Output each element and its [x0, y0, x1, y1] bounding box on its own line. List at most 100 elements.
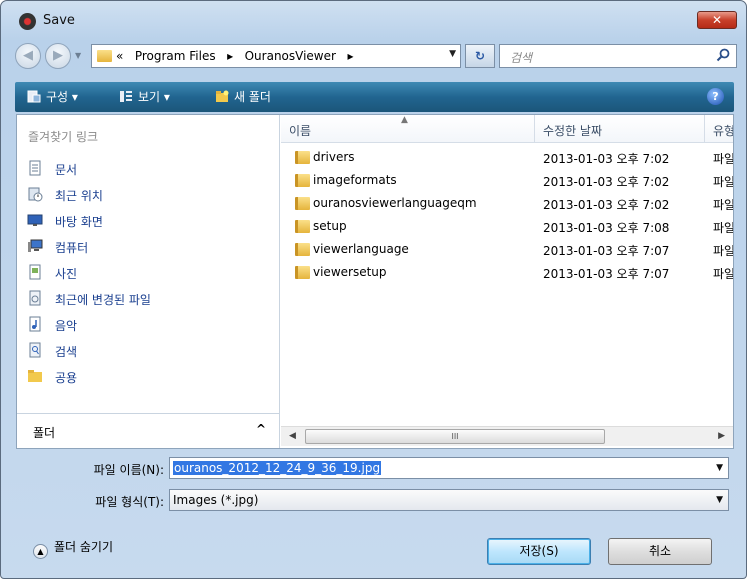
- breadcrumb-ouranosviewer[interactable]: OuranosViewer: [245, 49, 336, 63]
- filetype-row: 파일 형식(T): Images (*.jpg) ▼: [1, 489, 746, 513]
- new-folder-icon: [216, 90, 229, 102]
- file-type: 파일: [713, 267, 733, 281]
- sidebar-item-label: 컴퓨터: [55, 241, 89, 255]
- new-folder-button[interactable]: 새 폴더: [215, 88, 271, 105]
- sort-ascending-icon: ▲: [401, 115, 408, 125]
- breadcrumb-program-files[interactable]: Program Files: [135, 49, 216, 63]
- file-type: 파일: [713, 175, 733, 189]
- folder-icon: [295, 266, 310, 279]
- file-type: 파일: [713, 244, 733, 258]
- sidebar-item-label: 문서: [55, 163, 78, 177]
- list-item[interactable]: viewersetup 2013-01-03 오후 7:07 파일: [281, 262, 733, 284]
- pictures-icon: [29, 264, 41, 280]
- list-item[interactable]: setup 2013-01-03 오후 7:08 파일: [281, 216, 733, 238]
- column-header-date-modified[interactable]: 수정한 날짜: [535, 115, 705, 143]
- filetype-select[interactable]: Images (*.jpg) ▼: [169, 489, 729, 511]
- file-date: 2013-01-03 오후 7:02: [543, 198, 670, 212]
- refresh-button[interactable]: ↻: [465, 44, 495, 68]
- file-name: ouranosviewerlanguageqm: [313, 196, 477, 210]
- list-item[interactable]: ouranosviewerlanguageqm 2013-01-03 오후 7:…: [281, 193, 733, 215]
- list-item[interactable]: imageformats 2013-01-03 오후 7:02 파일: [281, 170, 733, 192]
- sidebar-item-music[interactable]: 음악: [24, 314, 274, 336]
- sidebar-item-pictures[interactable]: 사진: [24, 262, 274, 284]
- public-icon: [28, 370, 42, 382]
- file-date: 2013-01-03 오후 7:07: [543, 267, 670, 281]
- scrollbar-thumb[interactable]: III: [305, 429, 605, 444]
- column-header-type[interactable]: 유형: [705, 115, 733, 143]
- save-dialog: Save ✕ ◀ ▶ ▼ « Program Files ▸ OuranosVi…: [0, 0, 747, 579]
- save-button[interactable]: 저장(S): [487, 538, 591, 565]
- filename-label: 파일 이름(N):: [93, 463, 164, 477]
- file-date: 2013-01-03 오후 7:07: [543, 244, 670, 258]
- close-button[interactable]: ✕: [697, 11, 737, 29]
- views-menu[interactable]: 보기 ▾: [119, 88, 170, 105]
- computer-icon: [28, 239, 43, 252]
- recent-places-icon: [28, 187, 43, 202]
- folder-icon: [97, 50, 112, 62]
- filename-field[interactable]: ouranos_2012_12_24_9_36_19.jpg ▼: [169, 457, 729, 479]
- filename-value[interactable]: ouranos_2012_12_24_9_36_19.jpg: [173, 461, 382, 475]
- back-button[interactable]: ◀: [15, 43, 41, 69]
- music-icon: [29, 316, 41, 332]
- filetype-label: 파일 형식(T):: [95, 495, 164, 509]
- hide-folders-label: 폴더 숨기기: [54, 540, 114, 554]
- scroll-right-icon[interactable]: ▶: [718, 431, 725, 441]
- sidebar-item-label: 사진: [55, 267, 78, 281]
- list-item[interactable]: viewerlanguage 2013-01-03 오후 7:07 파일: [281, 239, 733, 261]
- sidebar-item-searches[interactable]: 검색: [24, 340, 274, 362]
- horizontal-scrollbar[interactable]: ◀ III ▶: [281, 426, 733, 446]
- folder-icon: [295, 174, 310, 187]
- chevron-up-icon[interactable]: ^: [256, 422, 266, 436]
- sidebar-item-label: 최근에 변경된 파일: [55, 293, 151, 307]
- forward-button[interactable]: ▶: [45, 43, 71, 69]
- scroll-left-icon[interactable]: ◀: [289, 431, 296, 441]
- column-header-name[interactable]: ▲ 이름: [281, 115, 535, 143]
- sidebar-item-label: 최근 위치: [55, 189, 103, 203]
- list-item[interactable]: drivers 2013-01-03 오후 7:02 파일: [281, 147, 733, 169]
- file-list: ▲ 이름 수정한 날짜 유형 drivers 2013-01-03 오후 7:0…: [281, 115, 733, 448]
- sidebar-item-computer[interactable]: 컴퓨터: [24, 236, 274, 258]
- favorite-links-pane: 즐겨찾기 링크 문서 최근 위치 바탕 화면 컴퓨터 사진 최근에 변경된 파일…: [17, 115, 280, 448]
- sidebar-item-label: 공용: [55, 371, 78, 385]
- address-dropdown-icon[interactable]: ▼: [449, 49, 456, 59]
- file-name: viewersetup: [313, 265, 387, 279]
- file-type: 파일: [713, 198, 733, 212]
- sidebar-item-recently-changed[interactable]: 최근에 변경된 파일: [24, 288, 274, 310]
- chevron-down-icon[interactable]: ▼: [716, 495, 723, 505]
- file-date: 2013-01-03 오후 7:08: [543, 221, 670, 235]
- views-icon: [120, 91, 132, 102]
- chevron-down-icon[interactable]: ▼: [716, 463, 723, 473]
- search-input[interactable]: 검색: [499, 44, 737, 68]
- browser-pane: 즐겨찾기 링크 문서 최근 위치 바탕 화면 컴퓨터 사진 최근에 변경된 파일…: [16, 114, 734, 449]
- sidebar-item-recent-places[interactable]: 최근 위치: [24, 184, 274, 206]
- organize-icon: [27, 90, 41, 103]
- search-icon[interactable]: [716, 48, 730, 62]
- app-icon: [19, 13, 36, 30]
- searches-icon: [29, 342, 41, 358]
- sidebar-item-documents[interactable]: 문서: [24, 158, 274, 180]
- window-title: Save: [43, 13, 75, 28]
- hide-folders-button[interactable]: ▲ 폴더 숨기기: [33, 538, 113, 559]
- folders-label: 폴더: [33, 426, 56, 440]
- sidebar-item-desktop[interactable]: 바탕 화면: [24, 210, 274, 232]
- folders-toggle[interactable]: 폴더 ^: [17, 413, 280, 448]
- chevron-up-icon: ▲: [33, 544, 48, 559]
- breadcrumb-separator[interactable]: ▸: [347, 49, 353, 63]
- sidebar-item-label: 검색: [55, 345, 78, 359]
- address-bar[interactable]: « Program Files ▸ OuranosViewer ▸ ▼: [91, 44, 461, 68]
- navigation-bar: ◀ ▶ ▼ « Program Files ▸ OuranosViewer ▸ …: [9, 41, 738, 73]
- file-name: imageformats: [313, 173, 397, 187]
- breadcrumb-separator[interactable]: ▸: [227, 49, 233, 63]
- organize-menu[interactable]: 구성 ▾: [27, 88, 78, 105]
- file-date: 2013-01-03 오후 7:02: [543, 175, 670, 189]
- file-name: setup: [313, 219, 347, 233]
- sidebar-item-public[interactable]: 공용: [24, 366, 274, 388]
- sidebar-item-label: 바탕 화면: [55, 215, 103, 229]
- sidebar-item-label: 음악: [55, 319, 78, 333]
- help-icon[interactable]: ?: [707, 88, 724, 105]
- favorite-links-header: 즐겨찾기 링크: [28, 130, 99, 144]
- breadcrumb-overflow[interactable]: «: [116, 49, 123, 63]
- recent-pages-dropdown-icon[interactable]: ▼: [75, 51, 81, 60]
- cancel-button[interactable]: 취소: [608, 538, 712, 565]
- file-type: 파일: [713, 221, 733, 235]
